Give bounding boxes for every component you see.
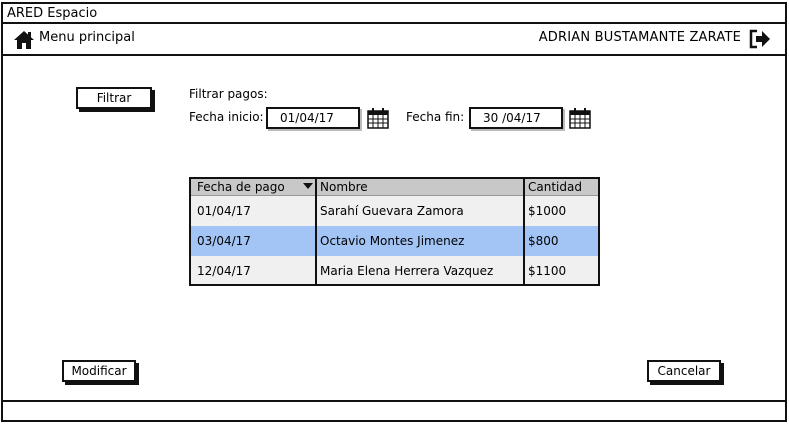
cell-cantidad: $1100	[528, 264, 567, 278]
home-icon[interactable]	[13, 30, 35, 50]
calendar-icon[interactable]	[367, 107, 389, 129]
cell-nombre: Sarahí Guevara Zamora	[320, 204, 464, 218]
filter-button[interactable]: Filtrar	[76, 87, 152, 109]
table-row[interactable]: 12/04/17 Maria Elena Herrera Vazquez $11…	[191, 256, 598, 284]
cell-cantidad: $800	[528, 234, 559, 248]
table-header: Fecha de pago Nombre Cantidad	[191, 179, 598, 196]
window-title: ARED Espacio	[7, 6, 98, 21]
calendar-icon[interactable]	[569, 107, 591, 129]
cell-fecha: 12/04/17	[197, 264, 251, 278]
start-date-label: Fecha inicio:	[189, 110, 264, 124]
table-row[interactable]: 01/04/17 Sarahí Guevara Zamora $1000	[191, 196, 598, 226]
column-header-fecha[interactable]: Fecha de pago	[197, 180, 285, 194]
start-date-field[interactable]: 01/04/17	[266, 107, 360, 129]
modify-button[interactable]: Modificar	[62, 360, 136, 382]
cell-cantidad: $1000	[528, 204, 567, 218]
payments-table: Fecha de pago Nombre Cantidad 01/04/17 S…	[189, 177, 600, 286]
end-date-field[interactable]: 30 /04/17	[469, 107, 563, 129]
user-name: ADRIAN BUSTAMANTE ZARATE	[538, 30, 741, 45]
cell-nombre: Octavio Montes Jimenez	[320, 234, 465, 248]
cell-nombre: Maria Elena Herrera Vazquez	[320, 264, 494, 278]
logout-icon[interactable]	[749, 29, 771, 49]
end-date-label: Fecha fin:	[406, 110, 465, 124]
column-header-cantidad[interactable]: Cantidad	[528, 180, 582, 194]
column-header-nombre[interactable]: Nombre	[320, 180, 368, 194]
cell-fecha: 03/04/17	[197, 234, 251, 248]
filter-heading: Filtrar pagos:	[189, 87, 268, 101]
column-divider	[523, 179, 525, 284]
nav-bar: Menu principal ADRIAN BUSTAMANTE ZARATE	[1, 24, 787, 56]
menu-principal-link[interactable]: Menu principal	[39, 30, 135, 45]
sort-desc-icon[interactable]	[303, 183, 313, 189]
title-bar: ARED Espacio	[1, 2, 787, 24]
status-bar	[1, 400, 787, 422]
cancel-button[interactable]: Cancelar	[647, 360, 721, 382]
column-divider	[315, 179, 317, 284]
table-row[interactable]: 03/04/17 Octavio Montes Jimenez $800	[191, 226, 598, 256]
cell-fecha: 01/04/17	[197, 204, 251, 218]
